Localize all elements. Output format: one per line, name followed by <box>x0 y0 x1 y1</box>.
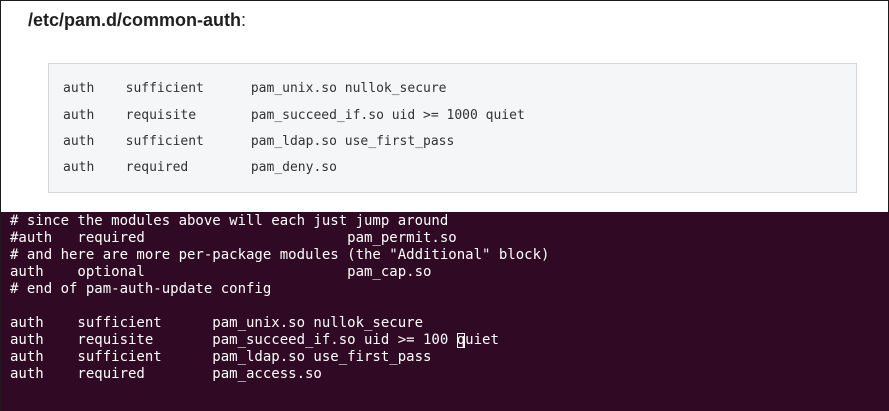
terminal-editor[interactable]: # since the modules above will each just… <box>0 212 889 411</box>
terminal-line: # end of pam-auth-update config <box>10 281 272 297</box>
document-panel: /etc/pam.d/common-auth: auth sufficient … <box>0 0 889 213</box>
text-cursor[interactable]: q <box>456 333 466 348</box>
code-line: auth sufficient pam_ldap.so use_first_pa… <box>63 134 455 149</box>
terminal-line: auth sufficient pam_unix.so nullok_secur… <box>10 315 424 331</box>
terminal-line: # since the modules above will each just… <box>10 213 449 229</box>
heading-colon: : <box>241 10 247 30</box>
code-line: auth requisite pam_succeed_if.so uid >= … <box>63 108 525 123</box>
terminal-line: #auth required pam_permit.so <box>10 230 457 246</box>
code-line: auth sufficient pam_unix.so nullok_secur… <box>63 81 447 96</box>
file-path-heading: /etc/pam.d/common-auth: <box>28 10 246 31</box>
line-text-before-cursor: auth requisite pam_succeed_if.so uid >= … <box>10 332 457 348</box>
code-block: auth sufficient pam_unix.so nullok_secur… <box>48 63 857 193</box>
terminal-line: auth sufficient pam_ldap.so use_first_pa… <box>10 349 432 365</box>
terminal-line: auth optional pam_cap.so <box>10 264 432 280</box>
code-line: auth required pam_deny.so <box>63 160 337 175</box>
terminal-line: # and here are more per-package modules … <box>10 247 550 263</box>
terminal-line: auth required pam_access.so <box>10 366 322 382</box>
file-path: /etc/pam.d/common-auth <box>28 10 242 30</box>
line-text-after-cursor: uiet <box>465 332 499 348</box>
terminal-line-with-cursor: auth requisite pam_succeed_if.so uid >= … <box>10 332 499 349</box>
